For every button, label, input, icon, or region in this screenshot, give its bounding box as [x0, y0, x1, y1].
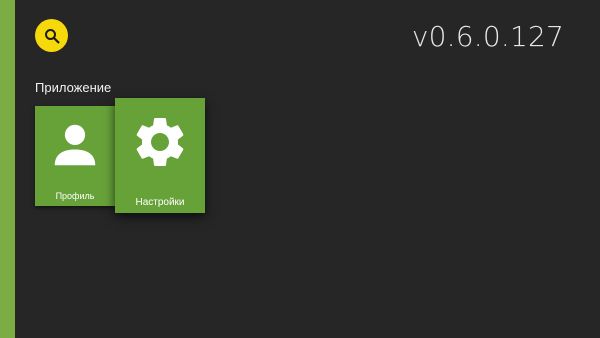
side-accent-strip	[0, 0, 15, 338]
person-icon	[54, 124, 96, 166]
settings-card[interactable]: Настройки	[115, 98, 205, 213]
gear-icon	[136, 118, 184, 166]
profile-card[interactable]: Профиль	[35, 106, 115, 206]
search-button[interactable]	[35, 19, 68, 52]
version-label: v0.6.0.127	[411, 20, 564, 53]
search-icon	[44, 28, 59, 43]
profile-card-label: Профиль	[55, 191, 95, 201]
settings-card-label: Настройки	[135, 197, 185, 208]
row-title: Приложение	[35, 80, 112, 95]
